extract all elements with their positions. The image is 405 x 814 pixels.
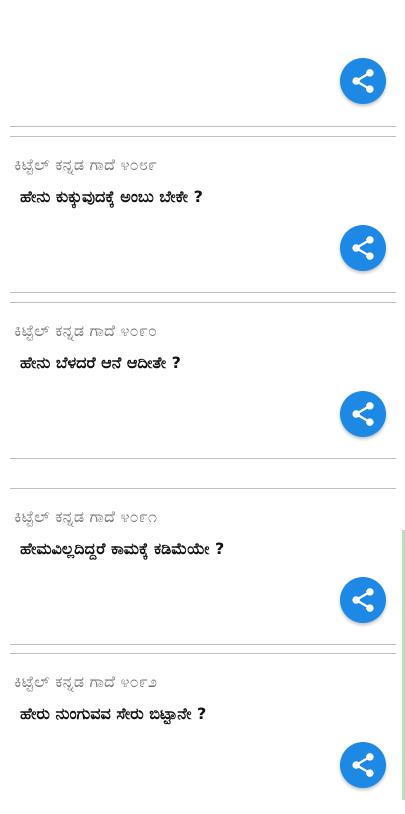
proverb-text: ಹೇನು ಬೆಳದರೆ ಆನೆ ಆದೀತೇ ?: [20, 353, 181, 372]
share-icon: [352, 69, 374, 93]
proverb-title: ಕಿಟ್ಟೆಲ್ ಕನ್ನಡ ಗಾದೆ ೪೦೯೧: [14, 507, 158, 526]
proverb-text: ಹೇಮವಿಲ್ಲದಿದ್ದರೆ ಕಾಮಕ್ಕೆ ಕಡಿಮೆಯೇ ?: [20, 539, 225, 558]
proverb-text: ಹೇರು ನುಂಗುವವ ಸೇರು ಬಿಟ್ಟಾನೇ ?: [20, 704, 207, 723]
proverb-title: ಕಿಟ್ಟೆಲ್ ಕನ್ನಡ ಗಾದೆ ೪೦೯೦: [14, 321, 158, 340]
share-icon: [352, 753, 374, 777]
proverb-card: ಕಿಟ್ಟೆಲ್ ಕನ್ನಡ ಗಾದೆ ೪೦೯೦ ಹೇನು ಬೆಳದರೆ ಆನೆ…: [10, 302, 396, 459]
share-button[interactable]: [340, 58, 386, 104]
proverb-text: ಹೇನು ಕುಕ್ಕುವುದಕ್ಕೆ ಅಂಬು ಬೇಕೇ ?: [20, 187, 203, 206]
proverb-card: ಕಿಟ್ಟೆಲ್ ಕನ್ನಡ ಗಾದೆ ೪೦೯೨ ಹೇರು ನುಂಗುವವ ಸೇ…: [10, 653, 396, 814]
share-icon: [352, 402, 374, 426]
proverb-card: ಕಿಟ್ಟೆಲ್ ಕನ್ನಡ ಗಾದೆ ೪೦೮೯ ಹೇನು ಕುಕ್ಕುವುದಕ…: [10, 136, 396, 293]
share-button[interactable]: [340, 225, 386, 271]
proverb-card: [10, 0, 396, 127]
share-button[interactable]: [340, 742, 386, 788]
share-button[interactable]: [340, 577, 386, 623]
share-icon: [352, 588, 374, 612]
proverb-title: ಕಿಟ್ಟೆಲ್ ಕನ್ನಡ ಗಾದೆ ೪೦೯೨: [14, 672, 158, 691]
share-button[interactable]: [340, 391, 386, 437]
proverb-title: ಕಿಟ್ಟೆಲ್ ಕನ್ನಡ ಗಾದೆ ೪೦೮೯: [14, 155, 158, 174]
proverb-feed: ಕಿಟ್ಟೆಲ್ ಕನ್ನಡ ಗಾದೆ ೪೦೮೯ ಹೇನು ಕುಕ್ಕುವುದಕ…: [0, 0, 405, 800]
proverb-card: ಕಿಟ್ಟೆಲ್ ಕನ್ನಡ ಗಾದೆ ೪೦೯೧ ಹೇಮವಿಲ್ಲದಿದ್ದರೆ…: [10, 488, 396, 645]
share-icon: [352, 236, 374, 260]
